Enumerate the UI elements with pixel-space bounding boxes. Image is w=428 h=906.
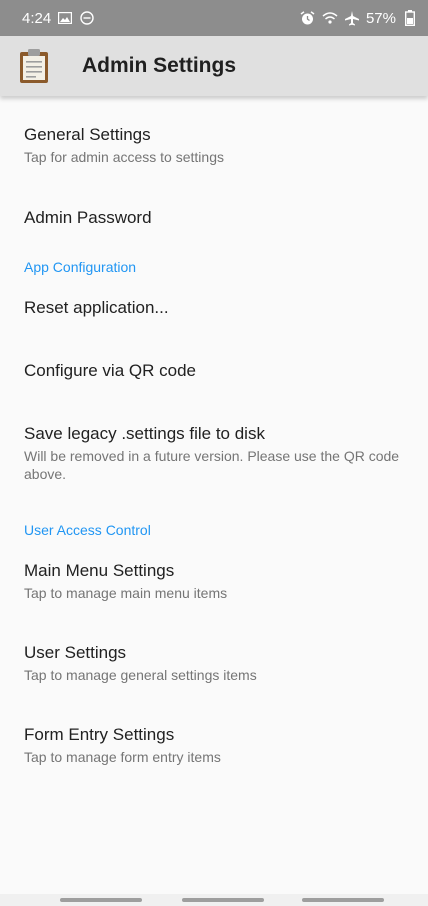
user-settings-item[interactable]: User Settings Tap to manage general sett… [0,622,428,704]
pref-title: Reset application... [24,298,169,317]
status-right: 57% [300,10,418,27]
general-settings-item[interactable]: General Settings Tap for admin access to… [0,96,428,187]
form-entry-settings-item[interactable]: Form Entry Settings Tap to manage form e… [0,704,428,786]
image-notification-icon [57,10,73,26]
pref-title: Configure via QR code [24,361,196,380]
category-app-configuration: App Configuration [24,259,137,275]
nav-handle-left[interactable] [60,898,142,902]
pref-title: Form Entry Settings [24,725,175,744]
reset-application-item[interactable]: Reset application... [0,276,428,339]
pref-summary: Tap to manage form entry items [24,749,221,765]
pref-summary: Tap to manage main menu items [24,585,228,601]
clipboard-icon [20,49,48,83]
pref-summary: Will be removed in a future version. Ple… [24,448,400,482]
pref-title: User Settings [24,643,127,662]
wifi-icon [322,10,338,26]
category-user-access-control: User Access Control [24,522,151,538]
battery-icon [402,10,418,26]
configure-qr-item[interactable]: Configure via QR code [0,339,428,402]
admin-password-item[interactable]: Admin Password [0,187,428,249]
do-not-disturb-icon [79,10,95,26]
page-title: Admin Settings [82,54,237,77]
pref-title: General Settings [24,125,151,144]
pref-summary: Tap to manage general settings items [24,667,257,683]
app-bar: Admin Settings [0,36,428,96]
status-bar: 4:24 57% [0,0,428,36]
pref-title: Main Menu Settings [24,561,175,580]
status-left: 4:24 [22,10,95,27]
navigation-bar [0,894,428,906]
save-legacy-settings-item[interactable]: Save legacy .settings file to disk Will … [0,402,428,504]
status-time: 4:24 [22,9,52,27]
pref-summary: Tap for admin access to settings [24,149,224,165]
alarm-icon [300,10,316,26]
main-menu-settings-item[interactable]: Main Menu Settings Tap to manage main me… [0,539,428,622]
settings-list: General Settings Tap for admin access to… [0,96,428,786]
nav-handle-right[interactable] [302,898,384,902]
pref-title: Admin Password [24,208,152,227]
battery-percent: 57% [365,9,396,27]
nav-handle-center[interactable] [182,898,264,902]
pref-title: Save legacy .settings file to disk [24,424,265,443]
airplane-mode-icon [344,10,360,26]
